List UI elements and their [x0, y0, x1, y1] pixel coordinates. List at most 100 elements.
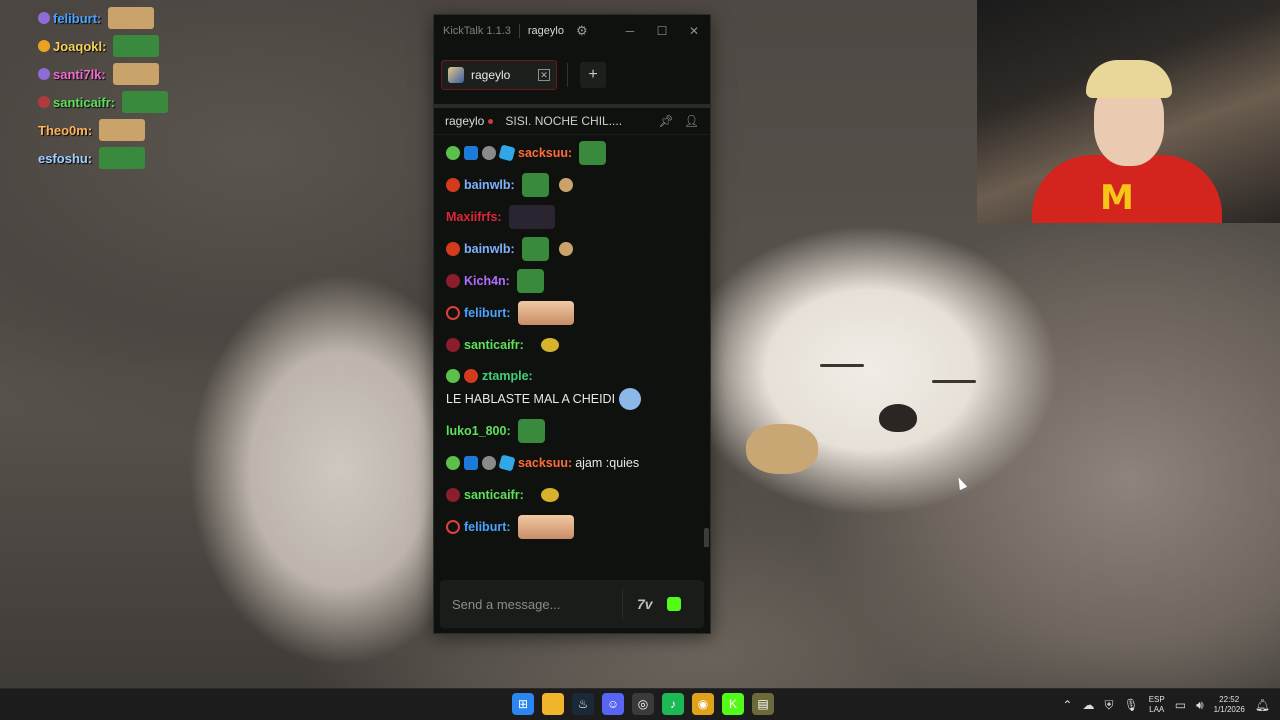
emote-icon[interactable] — [521, 237, 549, 261]
channel-name[interactable]: rageylo — [445, 114, 484, 128]
obs-icon[interactable]: ◎ — [632, 693, 654, 715]
chat-message[interactable]: santicaifr: — [446, 479, 698, 511]
overlay-chat-line: Joaqokl: — [38, 32, 188, 60]
emote-icon[interactable] — [517, 301, 574, 325]
pin-icon[interactable]: 📌︎ — [659, 114, 674, 128]
chrome-icon[interactable]: ◉ — [692, 693, 714, 715]
emote-icon[interactable] — [517, 515, 574, 539]
chat-username[interactable]: sacksuu: — [518, 146, 572, 160]
tab-rageylo[interactable]: rageylo ✕ — [441, 60, 557, 90]
security-icon[interactable]: ⛨ — [1104, 698, 1113, 713]
titlebar[interactable]: KickTalk 1.1.3 rageylo ⚙ ─ ☐ ✕ — [434, 15, 710, 46]
chat-message[interactable]: feliburt: — [446, 297, 698, 329]
gear-icon[interactable]: ⚙ — [576, 23, 588, 39]
discord-icon[interactable]: ☺ — [602, 693, 624, 715]
badge-icon[interactable] — [446, 488, 460, 502]
overlay-username: santi7lk: — [53, 66, 106, 82]
badge-icon[interactable] — [446, 178, 460, 192]
badge-icon[interactable] — [482, 146, 496, 160]
kicktalk-window: KickTalk 1.1.3 rageylo ⚙ ─ ☐ ✕ rageylo ✕… — [433, 14, 711, 634]
emote-icon[interactable] — [517, 419, 545, 443]
close-icon[interactable]: ✕ — [538, 69, 550, 81]
overlay-chat-line: esfoshu: — [38, 144, 188, 172]
chat-message[interactable]: bainwlb: — [446, 169, 698, 201]
steam-icon[interactable]: ♨ — [572, 693, 594, 715]
chat-username[interactable]: santicaifr: — [464, 488, 524, 502]
notification-icon[interactable]: 🔔︎ — [1255, 698, 1270, 712]
badge-icon[interactable] — [464, 456, 478, 470]
clock[interactable]: 22:52 1/1/2026 — [1214, 695, 1245, 715]
badge-icon[interactable] — [446, 274, 460, 288]
display-icon[interactable]: ▭ — [1175, 698, 1186, 712]
language-indicator[interactable]: ESP LAA — [1149, 695, 1165, 715]
chat-messages[interactable]: sacksuu: bainwlb: Maxiifrfs: bainwlb: Kich4n… — [434, 135, 710, 547]
scrollbar[interactable] — [704, 528, 709, 547]
chat-message[interactable]: ztample: LE HABLASTE MAL A CHEIDI — [446, 361, 698, 415]
chevron-up-icon[interactable]: ⌃ — [1062, 698, 1072, 712]
badge-icon[interactable] — [498, 144, 516, 162]
emote-icon[interactable] — [558, 242, 573, 256]
chat-username[interactable]: santicaifr: — [464, 338, 524, 352]
kick-icon[interactable]: K — [722, 693, 744, 715]
network-icon[interactable]: ☁ — [1082, 698, 1094, 712]
chat-message[interactable]: luko1_800: — [446, 415, 698, 447]
chat-message[interactable]: Maxiifrfs: — [446, 201, 698, 233]
windows-start-icon[interactable]: ⊞ — [512, 693, 534, 715]
live-indicator — [488, 118, 494, 124]
chat-message[interactable]: sacksuu: ajam :quies — [446, 447, 698, 479]
chat-username[interactable]: bainwlb: — [464, 242, 515, 256]
badge-icon[interactable] — [464, 146, 478, 160]
chat-message[interactable]: Joaqokl: — [446, 543, 698, 547]
chat-message[interactable]: sacksuu: — [446, 137, 698, 169]
chat-username[interactable]: sacksuu: — [518, 456, 572, 470]
kicktalk-icon[interactable]: ▤ — [752, 693, 774, 715]
badge-icon[interactable] — [498, 454, 516, 472]
chat-message[interactable]: feliburt: — [446, 511, 698, 543]
file-explorer-icon[interactable] — [542, 693, 564, 715]
chat-username[interactable]: Kich4n: — [464, 274, 510, 288]
emote-icon[interactable] — [540, 488, 559, 502]
emote-icon[interactable] — [540, 338, 559, 352]
badge-icon[interactable] — [446, 456, 460, 470]
user-icon[interactable]: 👤︎ — [684, 114, 699, 128]
fox-nose — [879, 404, 917, 432]
chat-username[interactable]: bainwlb: — [464, 178, 515, 192]
overlay-chat-line: santicaifr: — [38, 88, 188, 116]
maximize-button[interactable]: ☐ — [646, 24, 678, 38]
badge-icon[interactable] — [446, 520, 460, 534]
badge-icon[interactable] — [446, 369, 460, 384]
emote-icon[interactable] — [521, 173, 549, 197]
chat-message[interactable]: Kich4n: — [446, 265, 698, 297]
chat-username[interactable]: ztample: — [482, 366, 533, 387]
badge-icon[interactable] — [446, 242, 460, 256]
badge-icon[interactable] — [464, 369, 478, 384]
message-input[interactable] — [452, 596, 612, 612]
microphone-icon[interactable]: 🎙︎ — [1123, 698, 1138, 712]
emote-icon — [122, 91, 169, 113]
close-button[interactable]: ✕ — [678, 24, 710, 38]
minimize-button[interactable]: ─ — [614, 24, 646, 38]
message-composer: 7v — [440, 580, 704, 628]
emote-icon[interactable] — [516, 269, 544, 293]
chat-tabs: rageylo ✕ + — [434, 46, 710, 108]
chat-username[interactable]: Maxiifrfs: — [446, 210, 502, 224]
chat-message[interactable]: bainwlb: — [446, 233, 698, 265]
chat-username[interactable]: feliburt: — [464, 306, 511, 320]
emote-icon[interactable] — [619, 388, 642, 411]
emote-icon[interactable] — [579, 141, 607, 165]
badge-icon[interactable] — [446, 306, 460, 320]
spotify-icon[interactable]: ♪ — [662, 693, 684, 715]
badge-icon[interactable] — [446, 146, 460, 160]
chat-username[interactable]: luko1_800: — [446, 424, 511, 438]
emote-icon[interactable] — [508, 205, 555, 229]
kick-emote-icon[interactable] — [666, 597, 681, 611]
volume-icon[interactable]: 🔊︎ — [1196, 698, 1204, 713]
emote-icon[interactable] — [558, 178, 573, 192]
chat-username[interactable]: feliburt: — [464, 520, 511, 534]
badge-icon[interactable] — [482, 456, 496, 470]
emote-icon — [113, 35, 160, 57]
seventv-emote-button[interactable]: 7v — [637, 596, 653, 612]
add-tab-button[interactable]: + — [580, 62, 606, 88]
chat-message[interactable]: santicaifr: — [446, 329, 698, 361]
badge-icon[interactable] — [446, 338, 460, 352]
